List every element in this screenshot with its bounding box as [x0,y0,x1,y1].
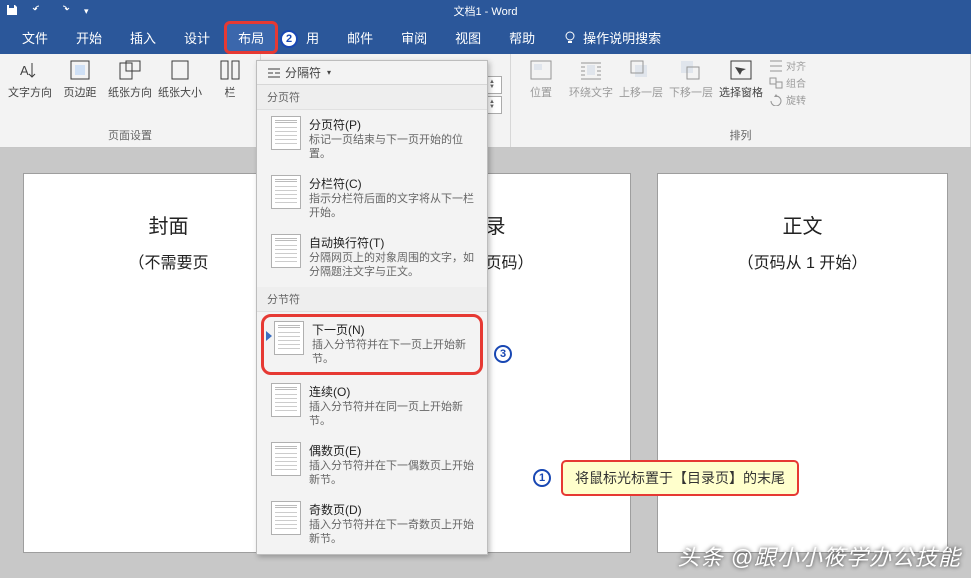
bring-forward-button[interactable]: 上移一层 [619,58,663,100]
selection-indicator-icon [266,331,272,341]
marker-3: 3 [494,345,512,363]
group-icon [769,77,783,89]
svg-text:A: A [20,63,29,78]
next-page-title: 下一页(N) [312,321,474,338]
orientation-button[interactable]: 纸张方向 [108,58,152,100]
wrap-text-button[interactable]: 环绕文字 [569,58,613,100]
group-arrange-label: 排列 [519,127,962,145]
backward-label: 下移一层 [669,84,713,100]
selection-pane-button[interactable]: 选择窗格 [719,58,763,100]
tab-layout[interactable]: 布局 [224,21,278,54]
instruction-callout: 1 将鼠标光标置于【目录页】的末尾 [533,460,799,496]
tab-file[interactable]: 文件 [8,21,62,54]
text-direction-button[interactable]: A 文字方向 [8,58,52,100]
column-break-desc: 指示分栏符后面的文字将从下一栏开始。 [309,192,479,220]
even-page-break-item[interactable]: 偶数页(E)插入分节符并在下一偶数页上开始新节。 [257,436,487,495]
quick-access-toolbar: ▾ [6,4,89,19]
group-arrange: 位置 环绕文字 上移一层 下移一层 选择窗格 对齐 组合 旋转 排列 [511,54,971,147]
columns-button[interactable]: 栏 [208,58,252,100]
page-break-desc: 标记一页结束与下一页开始的位置。 [309,133,479,161]
save-icon[interactable] [6,4,18,19]
selpane-label: 选择窗格 [719,84,763,100]
align-icon [769,60,783,72]
page3-title: 正文 [674,210,931,239]
tab-insert[interactable]: 插入 [116,21,170,54]
bulb-icon [563,31,577,45]
position-button[interactable]: 位置 [519,58,563,100]
callout-text: 将鼠标光标置于【目录页】的末尾 [561,460,799,496]
continuous-icon [271,383,301,417]
text-wrap-desc: 分隔网页上的对象周围的文字，如分隔题注文字与正文。 [309,251,479,279]
align-label: 对齐 [786,58,806,73]
odd-page-icon [271,501,301,535]
even-page-icon [271,442,301,476]
tab-help[interactable]: 帮助 [495,21,549,54]
page-break-title: 分页符(P) [309,116,479,133]
even-page-title: 偶数页(E) [309,442,479,459]
breaks-label: 分隔符 [285,64,321,81]
text-wrap-break-item[interactable]: 自动换行符(T)分隔网页上的对象周围的文字，如分隔题注文字与正文。 [257,228,487,287]
page-break-item[interactable]: 分页符(P)标记一页结束与下一页开始的位置。 [257,110,487,169]
section-page-breaks: 分页符 [257,85,487,110]
column-break-title: 分栏符(C) [309,175,479,192]
group-obj-label: 组合 [786,75,806,90]
column-break-item[interactable]: 分栏符(C)指示分栏符后面的文字将从下一栏开始。 [257,169,487,228]
column-break-icon [271,175,301,209]
margins-label: 页边距 [64,84,97,100]
even-page-desc: 插入分节符并在下一偶数页上开始新节。 [309,459,479,487]
titlebar: ▾ 文档1 - Word [0,0,971,22]
odd-page-desc: 插入分节符并在下一奇数页上开始新节。 [309,518,479,546]
tab-references[interactable]: 用 [292,21,333,54]
continuous-title: 连续(O) [309,383,479,400]
marker-1: 1 [533,469,551,487]
odd-page-break-item[interactable]: 奇数页(D)插入分节符并在下一奇数页上开始新节。 [257,495,487,554]
orientation-label: 纸张方向 [108,84,152,100]
redo-icon[interactable] [58,4,70,19]
size-label: 纸张大小 [158,84,202,100]
continuous-desc: 插入分节符并在同一页上开始新节。 [309,400,479,428]
page-break-icon [271,116,301,150]
next-page-icon [274,321,304,355]
watermark: 头条 @跟小小筱学办公技能 [678,540,961,572]
send-backward-button[interactable]: 下移一层 [669,58,713,100]
text-direction-label: 文字方向 [8,84,52,100]
ribbon-tabs: 文件 开始 插入 设计 布局 2 用 邮件 审阅 视图 帮助 操作说明搜索 [0,22,971,54]
rotate-icon [769,94,783,106]
tab-home[interactable]: 开始 [62,21,116,54]
size-button[interactable]: 纸张大小 [158,58,202,100]
breaks-dropdown: 分隔符▾ 分页符 分页符(P)标记一页结束与下一页开始的位置。 分栏符(C)指示… [256,60,488,555]
rotate-button[interactable]: 旋转 [769,92,806,107]
position-label: 位置 [530,84,552,100]
odd-page-title: 奇数页(D) [309,501,479,518]
margins-button[interactable]: 页边距 [58,58,102,100]
group-button[interactable]: 组合 [769,75,806,90]
undo-icon[interactable] [32,4,44,19]
section-section-breaks: 分节符 [257,287,487,312]
tellme-search[interactable]: 操作说明搜索 [549,21,675,54]
qat-more-icon[interactable]: ▾ [84,6,89,17]
next-page-desc: 插入分节符并在下一页上开始新节。 [312,338,474,366]
group-page-setup: A 文字方向 页边距 纸张方向 纸张大小 栏 页面设置 [0,54,261,147]
columns-label: 栏 [225,84,236,100]
page3-sub: （页码从 1 开始） [674,249,931,273]
forward-label: 上移一层 [619,84,663,100]
tab-design[interactable]: 设计 [170,21,224,54]
text-wrap-break-icon [271,234,301,268]
continuous-break-item[interactable]: 连续(O)插入分节符并在同一页上开始新节。 [257,377,487,436]
tab-review[interactable]: 审阅 [387,21,441,54]
rotate-label: 旋转 [786,92,806,107]
breaks-button[interactable]: 分隔符▾ [257,61,487,85]
align-button[interactable]: 对齐 [769,58,806,73]
tab-view[interactable]: 视图 [441,21,495,54]
next-page-break-item[interactable]: 下一页(N)插入分节符并在下一页上开始新节。 [261,314,483,375]
document-title: 文档1 - Word [454,3,518,19]
tellme-label: 操作说明搜索 [583,28,661,47]
group-page-setup-label: 页面设置 [8,127,252,145]
text-wrap-title: 自动换行符(T) [309,234,479,251]
wrap-label: 环绕文字 [569,84,613,100]
breaks-icon [267,67,281,79]
tab-mailings[interactable]: 邮件 [333,21,387,54]
